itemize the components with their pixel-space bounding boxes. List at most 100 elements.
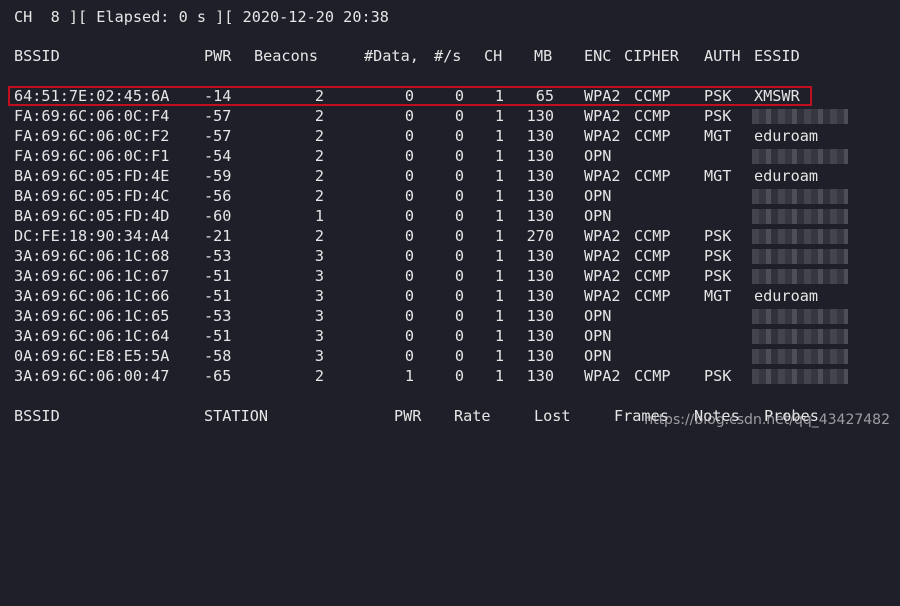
row-enc: WPA2	[584, 227, 621, 245]
ap-row: BA:69:6C:05:FD:4C -56 2 0 0 1 130 OPN	[0, 186, 900, 206]
redacted-essid	[752, 209, 848, 224]
row-mb: 130	[526, 127, 554, 145]
row-mb: 130	[526, 287, 554, 305]
row-beacons: 2	[314, 167, 324, 185]
row-pwr: -53	[204, 307, 232, 325]
row-auth: MGT	[704, 167, 732, 185]
row-pwr: -65	[204, 367, 232, 385]
header-beacons: Beacons	[254, 47, 319, 65]
row-enc: WPA2	[584, 127, 621, 145]
redacted-essid	[752, 369, 848, 384]
row-enc: OPN	[584, 347, 612, 365]
row-essid: eduroam	[754, 167, 819, 185]
row-pwr: -56	[204, 187, 232, 205]
row-enc: WPA2	[584, 367, 621, 385]
row-enc: WPA2	[584, 107, 621, 125]
row-mb: 270	[526, 227, 554, 245]
row-auth: PSK	[704, 267, 732, 285]
row-bssid: FA:69:6C:06:0C:F1	[14, 147, 170, 165]
ap-row: 3A:69:6C:06:1C:68 -53 3 0 0 1 130 WPA2 CCMP PSK	[0, 246, 900, 266]
row-mb: 130	[526, 187, 554, 205]
row-bssid: 3A:69:6C:06:00:47	[14, 367, 170, 385]
row-auth: MGT	[704, 127, 732, 145]
station-header-station: STATION	[204, 407, 269, 425]
row-auth: MGT	[704, 287, 732, 305]
ap-row: 3A:69:6C:06:1C:65 -53 3 0 0 1 130 OPN	[0, 306, 900, 326]
redacted-essid	[752, 349, 848, 364]
row-mb: 130	[526, 207, 554, 225]
row-beacons: 2	[314, 107, 324, 125]
row-enc: OPN	[584, 147, 612, 165]
row-beacons: 1	[314, 207, 324, 225]
header-pwr: PWR	[204, 47, 232, 65]
redacted-essid	[752, 229, 848, 244]
ap-row: FA:69:6C:06:0C:F1 -54 2 0 0 1 130 OPN	[0, 146, 900, 166]
redacted-essid	[752, 189, 848, 204]
row-mb: 130	[526, 267, 554, 285]
redacted-essid	[752, 109, 848, 124]
row-pwr: -51	[204, 267, 232, 285]
station-header-lost: Lost	[534, 407, 571, 425]
row-beacons: 2	[314, 147, 324, 165]
row-bssid: BA:69:6C:05:FD:4C	[14, 187, 170, 205]
row-pwr: -59	[204, 167, 232, 185]
ap-row: 3A:69:6C:06:00:47 -65 2 1 0 1 130 WPA2 CCMP PSK	[0, 366, 900, 386]
row-cipher: CCMP	[634, 107, 671, 125]
redacted-essid	[752, 309, 848, 324]
row-pwr: -58	[204, 347, 232, 365]
row-enc: OPN	[584, 327, 612, 345]
row-bssid: BA:69:6C:05:FD:4E	[14, 167, 170, 185]
header-essid: ESSID	[754, 47, 800, 65]
row-cipher: CCMP	[634, 267, 671, 285]
row-enc: WPA2	[584, 167, 621, 185]
row-bssid: FA:69:6C:06:0C:F2	[14, 127, 170, 145]
ap-row: BA:69:6C:05:FD:4E -59 2 0 0 1 130 WPA2 CCMP MGT ed…	[0, 166, 900, 186]
ap-row: 3A:69:6C:06:1C:67 -51 3 0 0 1 130 WPA2 CCMP PSK	[0, 266, 900, 286]
ap-row: 0A:69:6C:E8:E5:5A -58 3 0 0 1 130 OPN	[0, 346, 900, 366]
station-header-bssid: BSSID	[14, 407, 60, 425]
row-auth: PSK	[704, 367, 732, 385]
redacted-essid	[752, 149, 848, 164]
row-bssid: 3A:69:6C:06:1C:65	[14, 307, 170, 325]
row-mb: 130	[526, 367, 554, 385]
row-pwr: -54	[204, 147, 232, 165]
row-cipher: CCMP	[634, 227, 671, 245]
header-rate-per-second: #/s	[434, 47, 462, 65]
row-beacons: 2	[314, 367, 324, 385]
row-mb: 130	[526, 307, 554, 325]
terminal-window: CH 8 ][ Elapsed: 0 s ][ 2020-12-20 20:38…	[0, 0, 900, 440]
header-enc: ENC	[584, 47, 612, 65]
row-enc: WPA2	[584, 287, 621, 305]
row-pwr: -21	[204, 227, 232, 245]
row-beacons: 2	[314, 187, 324, 205]
row-mb: 130	[526, 167, 554, 185]
row-pwr: -60	[204, 207, 232, 225]
row-beacons: 3	[314, 327, 324, 345]
row-cipher: CCMP	[634, 167, 671, 185]
row-auth: PSK	[704, 227, 732, 245]
row-beacons: 3	[314, 247, 324, 265]
row-cipher: CCMP	[634, 127, 671, 145]
ap-row: FA:69:6C:06:0C:F4 -57 2 0 0 1 130 WPA2 CCMP PSK	[0, 106, 900, 126]
redacted-essid	[752, 329, 848, 344]
row-bssid: 3A:69:6C:06:1C:68	[14, 247, 170, 265]
row-mb: 130	[526, 327, 554, 345]
ap-row: FA:69:6C:06:0C:F2 -57 2 0 0 1 130 WPA2 CCMP MGT ed…	[0, 126, 900, 146]
row-bssid: 3A:69:6C:06:1C:64	[14, 327, 170, 345]
row-enc: OPN	[584, 187, 612, 205]
row-bssid: DC:FE:18:90:34:A4	[14, 227, 170, 245]
header-bssid: BSSID	[14, 47, 60, 65]
row-beacons: 2	[314, 127, 324, 145]
row-mb: 130	[526, 347, 554, 365]
row-beacons: 3	[314, 347, 324, 365]
row-bssid: 3A:69:6C:06:1C:67	[14, 267, 170, 285]
row-bssid: 3A:69:6C:06:1C:66	[14, 287, 170, 305]
row-mb: 130	[526, 107, 554, 125]
header-auth: AUTH	[704, 47, 741, 65]
redacted-essid	[752, 249, 848, 264]
highlight-box	[8, 86, 812, 106]
row-cipher: CCMP	[634, 367, 671, 385]
row-cipher: CCMP	[634, 287, 671, 305]
station-header-rate: Rate	[454, 407, 491, 425]
header-cipher: CIPHER	[624, 47, 679, 65]
